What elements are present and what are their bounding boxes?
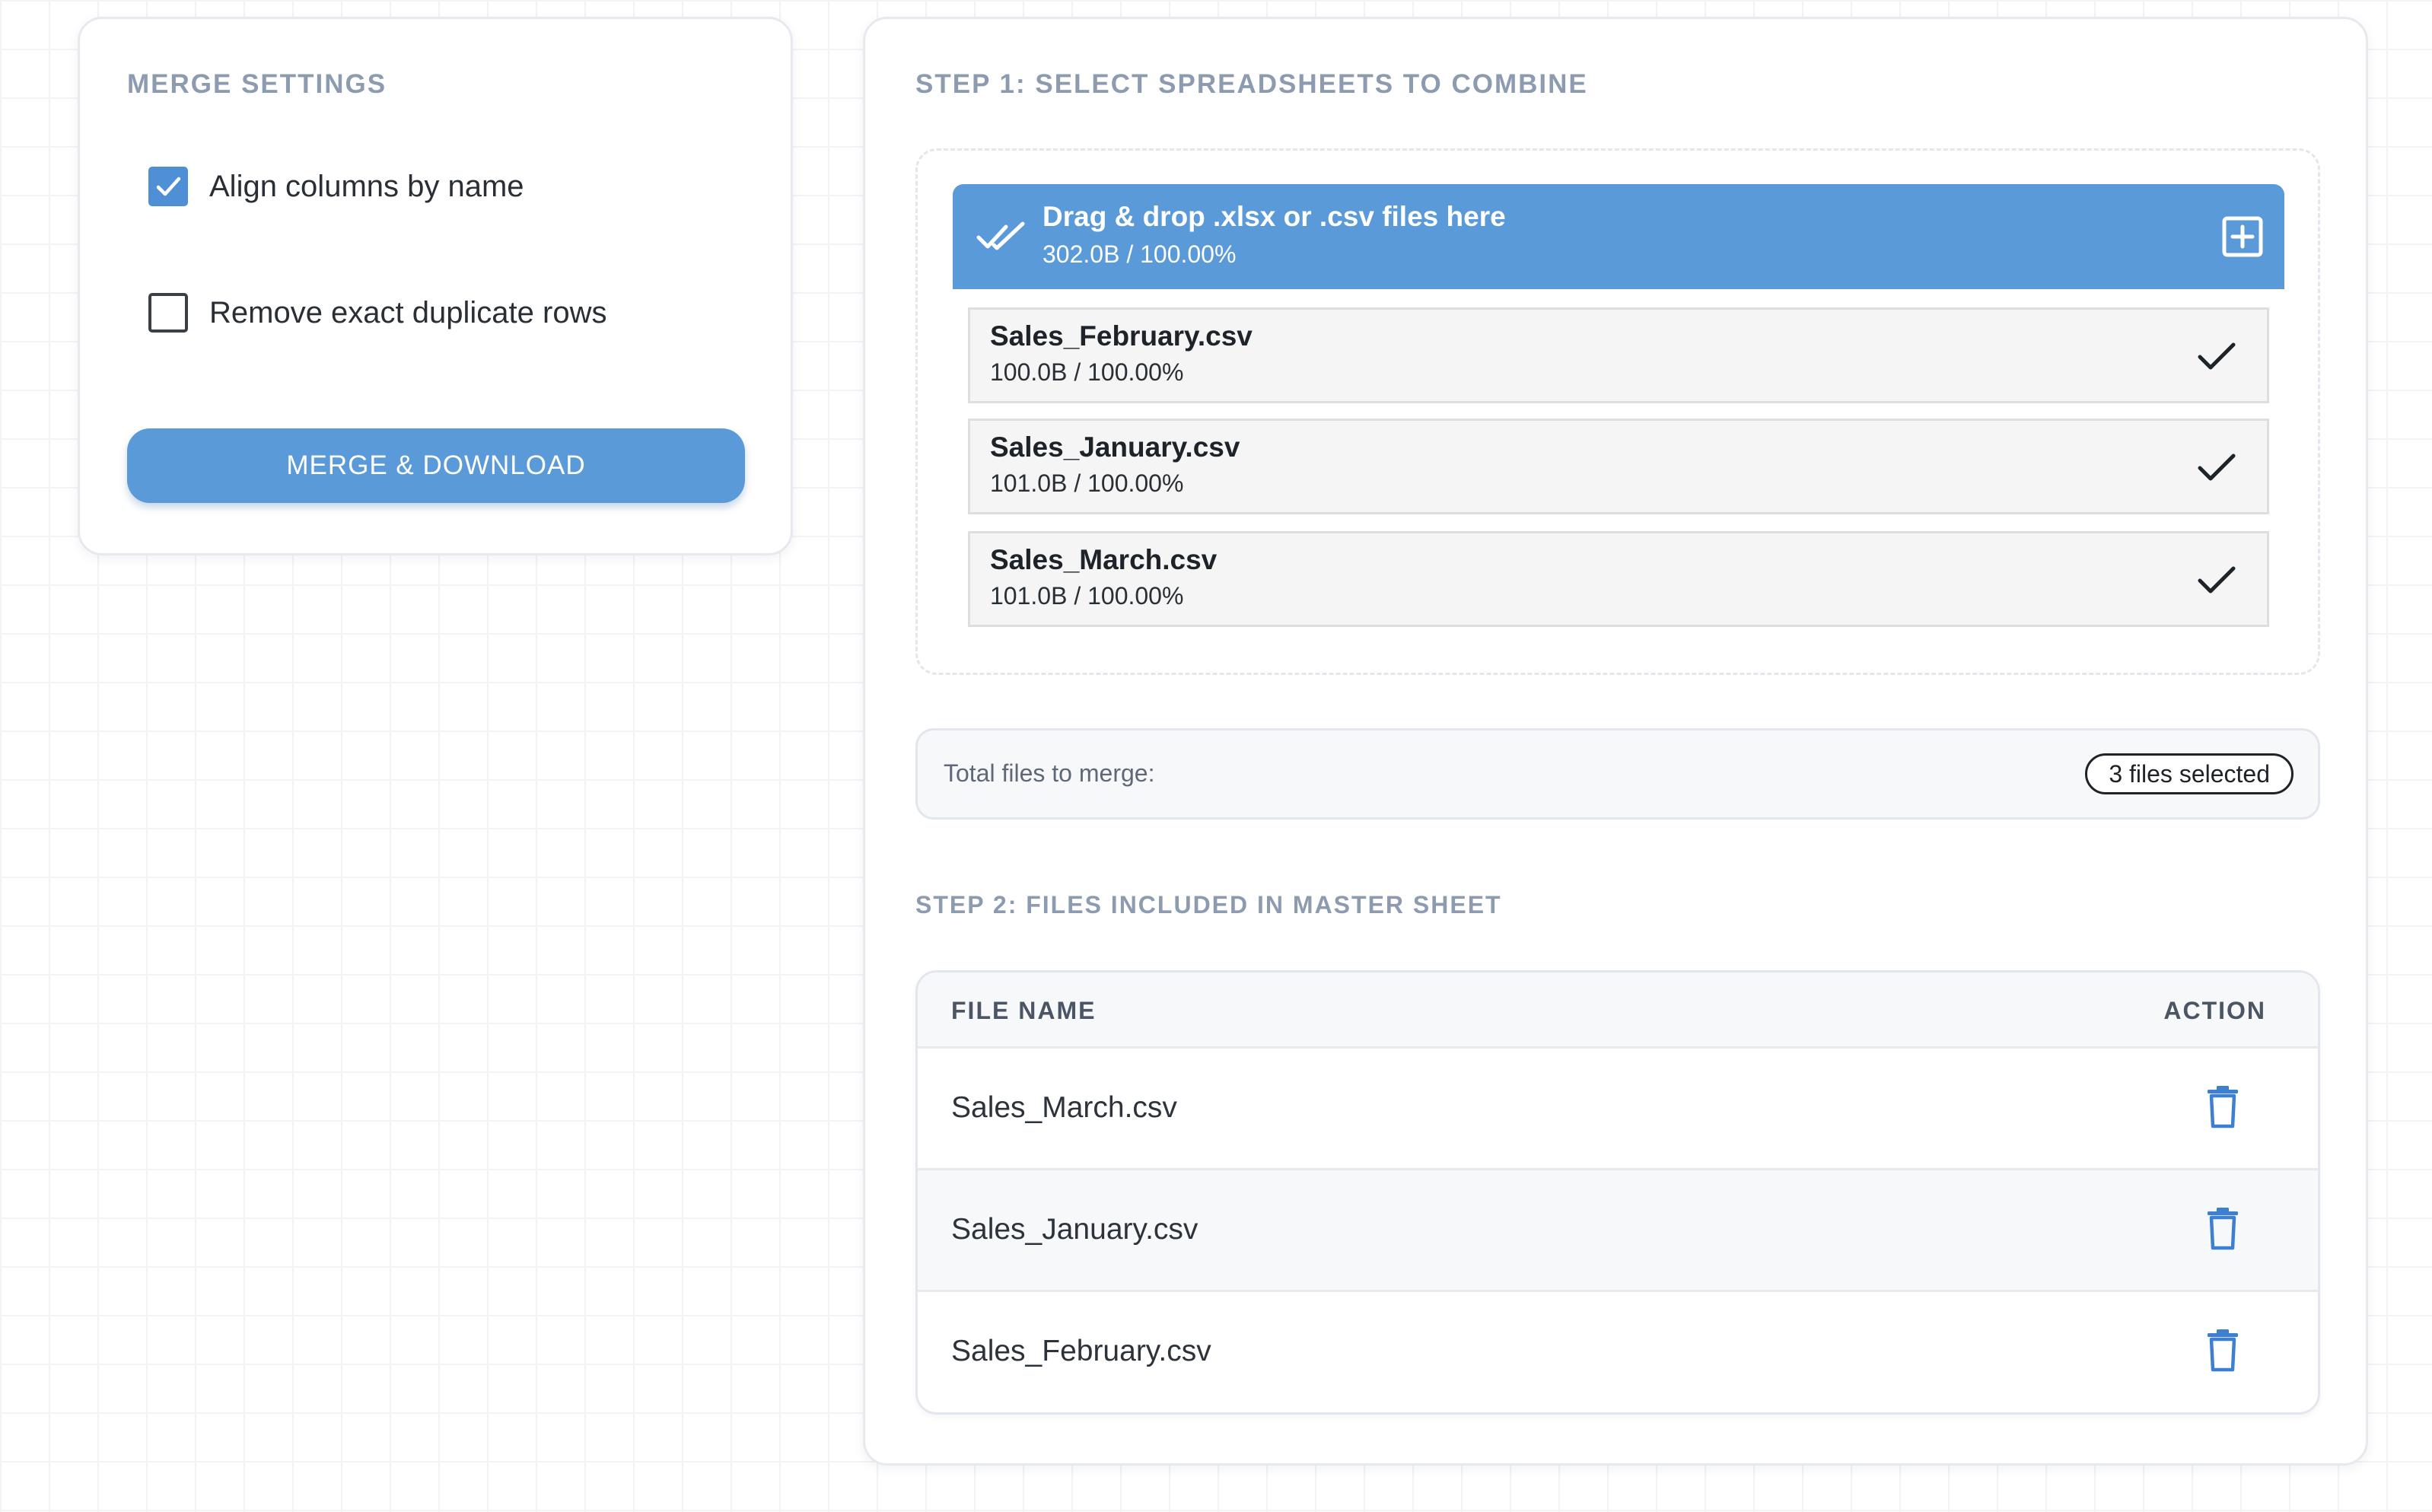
uploaded-file-name: Sales_March.csv	[990, 544, 1218, 575]
dropzone-progress: 302.0B / 100.00%	[1043, 240, 1237, 268]
files-selected-badge: 3 files selected	[2085, 753, 2294, 794]
file-dropzone[interactable]: Drag & drop .xlsx or .csv files here 302…	[915, 148, 2320, 675]
total-files-bar: Total files to merge: 3 files selected	[915, 728, 2320, 820]
uploaded-file-name: Sales_January.csv	[990, 431, 1240, 463]
align-columns-label: Align columns by name	[209, 169, 524, 203]
table-row: Sales_January.csv	[918, 1170, 2318, 1292]
table-header: FILE NAME ACTION	[918, 972, 2318, 1049]
uploaded-file-item: Sales_March.csv 101.0B / 100.00%	[968, 531, 2269, 627]
trash-icon[interactable]	[2205, 1085, 2240, 1133]
uploaded-file-progress: 101.0B / 100.00%	[990, 470, 1184, 497]
uploaded-file-progress: 101.0B / 100.00%	[990, 582, 1184, 610]
trash-icon[interactable]	[2205, 1207, 2240, 1255]
table-row: Sales_March.csv	[918, 1049, 2318, 1170]
dropzone-header[interactable]: Drag & drop .xlsx or .csv files here 302…	[953, 184, 2284, 289]
column-header-file-name: FILE NAME	[951, 997, 1097, 1024]
table-cell-file-name: Sales_January.csv	[951, 1213, 1198, 1246]
table-cell-file-name: Sales_March.csv	[951, 1091, 1177, 1124]
dropzone-title: Drag & drop .xlsx or .csv files here	[1043, 201, 1506, 232]
remove-duplicates-option[interactable]: Remove exact duplicate rows	[148, 293, 606, 333]
merge-settings-title: MERGE SETTINGS	[127, 69, 387, 99]
checkmark-icon	[156, 177, 181, 196]
master-sheet-files-table: FILE NAME ACTION Sales_March.csv Sales_J…	[915, 970, 2320, 1415]
trash-icon[interactable]	[2205, 1329, 2240, 1377]
total-files-label: Total files to merge:	[944, 759, 1155, 787]
uploaded-file-item: Sales_January.csv 101.0B / 100.00%	[968, 419, 2269, 514]
add-file-icon[interactable]	[2220, 215, 2265, 263]
uploaded-file-name: Sales_February.csv	[990, 320, 1253, 352]
double-check-icon	[976, 215, 1029, 264]
align-columns-option[interactable]: Align columns by name	[148, 167, 524, 206]
align-columns-checkbox[interactable]	[148, 167, 188, 206]
remove-duplicates-label: Remove exact duplicate rows	[209, 295, 607, 329]
step2-title: STEP 2: FILES INCLUDED IN MASTER SHEET	[915, 891, 1502, 918]
table-row: Sales_February.csv	[918, 1292, 2318, 1412]
check-icon	[2195, 562, 2238, 603]
merge-settings-card: MERGE SETTINGS Align columns by name Rem…	[78, 17, 793, 555]
table-cell-file-name: Sales_February.csv	[951, 1335, 1211, 1367]
uploaded-file-item: Sales_February.csv 100.0B / 100.00%	[968, 307, 2269, 403]
merge-main-card: STEP 1: SELECT SPREADSHEETS TO COMBINE D…	[863, 17, 2368, 1466]
remove-duplicates-checkbox[interactable]	[148, 293, 188, 333]
column-header-action: ACTION	[2163, 997, 2266, 1024]
merge-download-button[interactable]: MERGE & DOWNLOAD	[127, 428, 745, 503]
check-icon	[2195, 339, 2238, 379]
step1-title: STEP 1: SELECT SPREADSHEETS TO COMBINE	[915, 69, 1588, 99]
check-icon	[2195, 450, 2238, 490]
uploaded-file-progress: 100.0B / 100.00%	[990, 358, 1184, 386]
